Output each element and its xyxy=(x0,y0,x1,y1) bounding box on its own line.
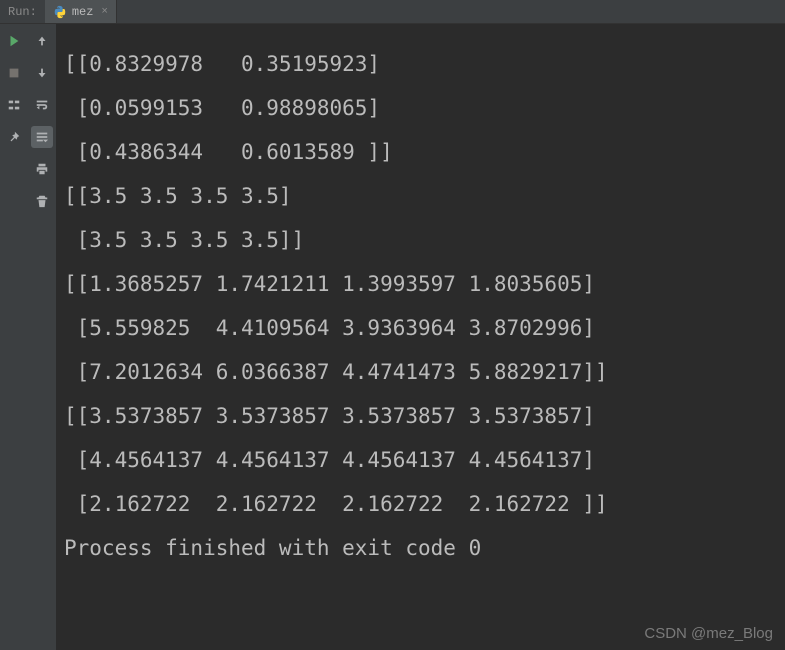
console-line: [0.4386344 0.6013589 ]] xyxy=(64,130,777,174)
console-output: [[0.8329978 0.35195923] [0.0599153 0.988… xyxy=(56,24,785,650)
main-area: [[0.8329978 0.35195923] [0.0599153 0.988… xyxy=(0,24,785,650)
scroll-to-end-button[interactable] xyxy=(31,126,53,148)
watermark: CSDN @mez_Blog xyxy=(644,625,773,642)
console-line: [[1.3685257 1.7421211 1.3993597 1.803560… xyxy=(64,262,777,306)
toolbar-left-col2 xyxy=(28,24,56,650)
stop-button[interactable] xyxy=(3,62,25,84)
console-line: [0.0599153 0.98898065] xyxy=(64,86,777,130)
tab-close-icon[interactable]: × xyxy=(101,6,108,18)
up-button[interactable] xyxy=(31,30,53,52)
down-button[interactable] xyxy=(31,62,53,84)
console-line: [[3.5373857 3.5373857 3.5373857 3.537385… xyxy=(64,394,777,438)
pin-button[interactable] xyxy=(3,126,25,148)
python-icon xyxy=(53,5,67,19)
console-line: [4.4564137 4.4564137 4.4564137 4.4564137… xyxy=(64,438,777,482)
toolbar-left-col1 xyxy=(0,24,28,650)
run-label: Run: xyxy=(0,5,45,19)
rerun-button[interactable] xyxy=(3,30,25,52)
print-button[interactable] xyxy=(31,158,53,180)
console-line: [[0.8329978 0.35195923] xyxy=(64,42,777,86)
top-bar: Run: mez × xyxy=(0,0,785,24)
console-line: [2.162722 2.162722 2.162722 2.162722 ]] xyxy=(64,482,777,526)
run-tab[interactable]: mez × xyxy=(45,0,117,23)
layout-button[interactable] xyxy=(3,94,25,116)
console-line: [[3.5 3.5 3.5 3.5] xyxy=(64,174,777,218)
console-line: [3.5 3.5 3.5 3.5]] xyxy=(64,218,777,262)
trash-button[interactable] xyxy=(31,190,53,212)
console-line: [5.559825 4.4109564 3.9363964 3.8702996] xyxy=(64,306,777,350)
softwrap-button[interactable] xyxy=(31,94,53,116)
console-line: Process finished with exit code 0 xyxy=(64,526,777,570)
tab-name: mez xyxy=(72,5,94,19)
console-line: [7.2012634 6.0366387 4.4741473 5.8829217… xyxy=(64,350,777,394)
